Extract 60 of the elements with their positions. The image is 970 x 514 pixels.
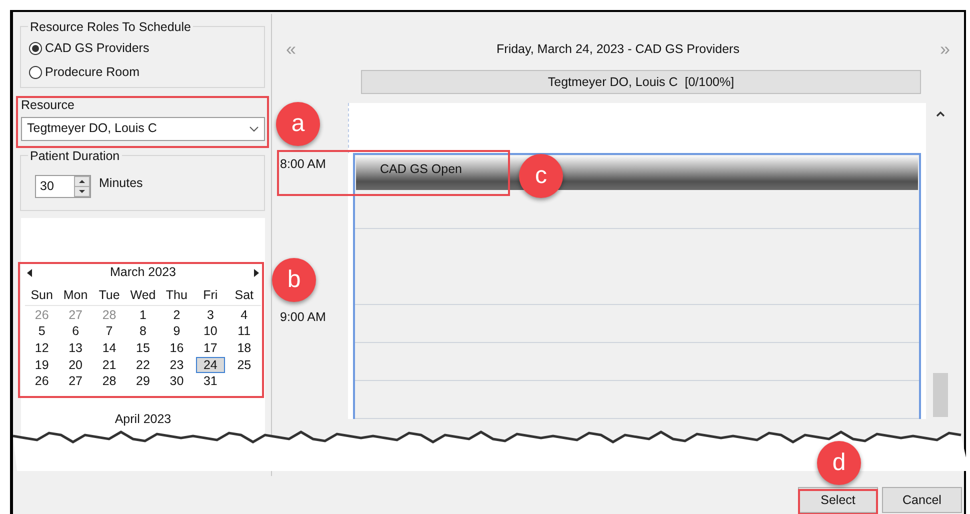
spin-arrows-icon[interactable] [74, 176, 90, 198]
calendar-day[interactable]: 20 [61, 356, 90, 374]
month-title: March 2023 [110, 264, 176, 282]
calendar-day[interactable]: 13 [61, 340, 90, 357]
weekday-label: Thu [164, 286, 188, 304]
calendar-day[interactable]: 31 [196, 373, 225, 390]
calendar-day[interactable]: 8 [128, 323, 158, 340]
scroll-up-icon[interactable] [936, 111, 945, 117]
field-label: Resource [21, 97, 76, 114]
radio-option[interactable]: Prodecure Room [29, 62, 264, 82]
calendar-day[interactable]: 6 [61, 323, 90, 340]
weekday-label: Wed [129, 286, 157, 304]
time-label: 9:00 AM [280, 310, 326, 324]
calendar-day[interactable]: 15 [128, 340, 158, 357]
calendar-day[interactable]: 28 [94, 373, 124, 390]
calendar-day[interactable]: 29 [128, 373, 158, 390]
next-month-arrow-icon[interactable] [254, 268, 259, 277]
schedule-title: Friday, March 24, 2023 - CAD GS Providers [496, 40, 740, 58]
calendar-day[interactable]: 5 [27, 323, 56, 340]
calendar-day[interactable]: 10 [196, 323, 225, 340]
calendar-day[interactable]: 1 [128, 306, 158, 324]
calendar-day[interactable]: 23 [162, 356, 192, 374]
calendar-day[interactable]: 26 [27, 306, 56, 324]
chevron-down-icon [249, 126, 259, 132]
calendar-day[interactable]: 30 [162, 373, 192, 390]
calendar-day[interactable]: 27 [61, 373, 90, 390]
calendar-day[interactable]: 18 [230, 340, 259, 357]
scrollbar-thumb[interactable] [933, 373, 948, 417]
calendar-day[interactable]: 27 [61, 306, 90, 324]
weekday-label: Mon [62, 286, 89, 304]
number-spinner[interactable]: 30 [35, 175, 91, 198]
month-title: April 2023 [114, 410, 172, 428]
calendar-day[interactable]: 16 [162, 340, 192, 357]
resource-header: Tegtmeyer DO, Louis C [0/100%] [361, 70, 921, 94]
calendar-day[interactable]: 28 [94, 306, 124, 324]
calendar-day[interactable]: 19 [27, 356, 56, 374]
dialog-button[interactable]: Cancel [882, 487, 962, 513]
calendar-day[interactable]: 24 [196, 356, 225, 374]
calendar-day[interactable]: 11 [230, 323, 259, 340]
resource-dropdown[interactable]: Tegtmeyer DO, Louis C [21, 116, 265, 141]
calendar-day[interactable]: 9 [162, 323, 192, 340]
calendar-day[interactable]: 17 [196, 340, 225, 357]
weekday-label: Tue [98, 286, 121, 304]
calendar-day[interactable]: 25 [230, 356, 259, 374]
calendar-day[interactable]: 3 [196, 306, 225, 324]
calendar-day[interactable]: 12 [27, 340, 56, 357]
weekday-label: Sun [30, 286, 54, 304]
calendar-day[interactable]: 4 [230, 306, 259, 324]
weekday-label: Fri [202, 286, 219, 304]
previous-month-arrow-icon[interactable] [27, 268, 32, 277]
calendar-day[interactable]: 22 [128, 356, 158, 374]
calendar-day[interactable]: 14 [94, 340, 124, 357]
calendar-day[interactable]: 21 [94, 356, 124, 374]
radio-option[interactable]: CAD GS Providers [29, 39, 264, 58]
weekday-label: Sat [234, 286, 255, 304]
calendar-day[interactable]: 26 [27, 373, 56, 390]
unit-label: Minutes [99, 175, 143, 192]
calendar-day[interactable]: 7 [94, 323, 124, 340]
calendar-day[interactable]: 2 [162, 306, 192, 324]
time-label: 8:00 AM [280, 157, 326, 171]
